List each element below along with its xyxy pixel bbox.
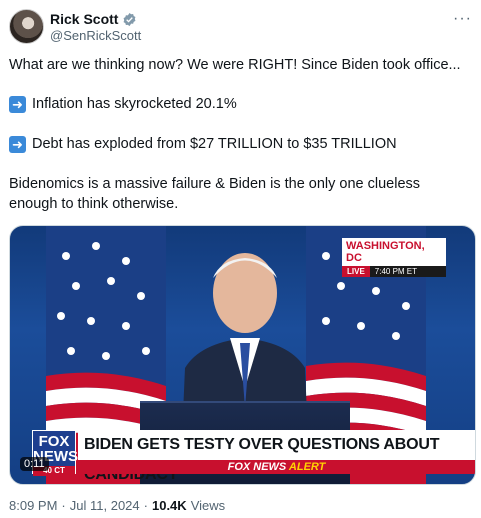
separator: · bbox=[61, 498, 66, 513]
video-media[interactable]: WASHINGTON, DC LIVE 7:40 PM ET FOX NEWS … bbox=[9, 225, 476, 485]
tweet-time[interactable]: 8:09 PM bbox=[9, 498, 57, 513]
separator: · bbox=[143, 498, 148, 513]
chyron: FOX NEWS 40 CT BIDEN GETS TESTY OVER QUE… bbox=[32, 430, 475, 483]
alert-suffix: ALERT bbox=[288, 461, 326, 473]
chyron-headline: BIDEN GETS TESTY OVER QUESTIONS ABOUT CA… bbox=[78, 430, 475, 483]
news-alert-bar: FOX NEWS ALERT bbox=[78, 460, 475, 474]
verified-badge-icon bbox=[124, 12, 136, 26]
live-badge: LIVE bbox=[342, 266, 370, 277]
views-label: Views bbox=[190, 498, 226, 513]
tweet-text-line-4: Bidenomics is a massive failure & Biden … bbox=[9, 176, 421, 212]
tweet-card: Rick Scott @SenRickScott ··· What are we… bbox=[0, 0, 481, 518]
author-name-row: Rick Scott bbox=[50, 11, 137, 27]
broadcast-time: 7:40 PM ET bbox=[369, 266, 446, 277]
tweet-text-line-3: ➜ Debt has exploded from $27 TRILLION to… bbox=[9, 134, 472, 154]
alert-prefix: FOX NEWS bbox=[227, 461, 287, 473]
views-count[interactable]: 10.4K bbox=[152, 498, 187, 513]
author-name[interactable]: Rick Scott bbox=[50, 11, 118, 27]
tweet-date[interactable]: Jul 11, 2024 bbox=[70, 498, 140, 513]
right-arrow-emoji-icon: ➜ bbox=[9, 95, 26, 113]
location-label: WASHINGTON, DC bbox=[342, 238, 446, 266]
tweet-meta: 8:09 PM · Jul 11, 2024 · 10.4K Views bbox=[9, 498, 225, 513]
more-options-icon[interactable]: ··· bbox=[453, 10, 472, 28]
debt-text: Debt has exploded from $27 TRILLION to $… bbox=[32, 136, 397, 152]
live-time-row: LIVE 7:40 PM ET bbox=[342, 266, 446, 277]
right-arrow-emoji-icon: ➜ bbox=[9, 135, 26, 153]
author-handle[interactable]: @SenRickScott bbox=[50, 28, 141, 43]
video-duration: 0:11 bbox=[20, 457, 49, 471]
tweet-text-line-2: ➜ Inflation has skyrocketed 20.1% bbox=[9, 94, 472, 114]
location-bug: WASHINGTON, DC LIVE 7:40 PM ET bbox=[342, 238, 446, 277]
tweet-text-line-1: What are we thinking now? We were RIGHT!… bbox=[9, 57, 461, 73]
avatar[interactable] bbox=[9, 9, 44, 44]
inflation-text: Inflation has skyrocketed 20.1% bbox=[32, 96, 237, 112]
